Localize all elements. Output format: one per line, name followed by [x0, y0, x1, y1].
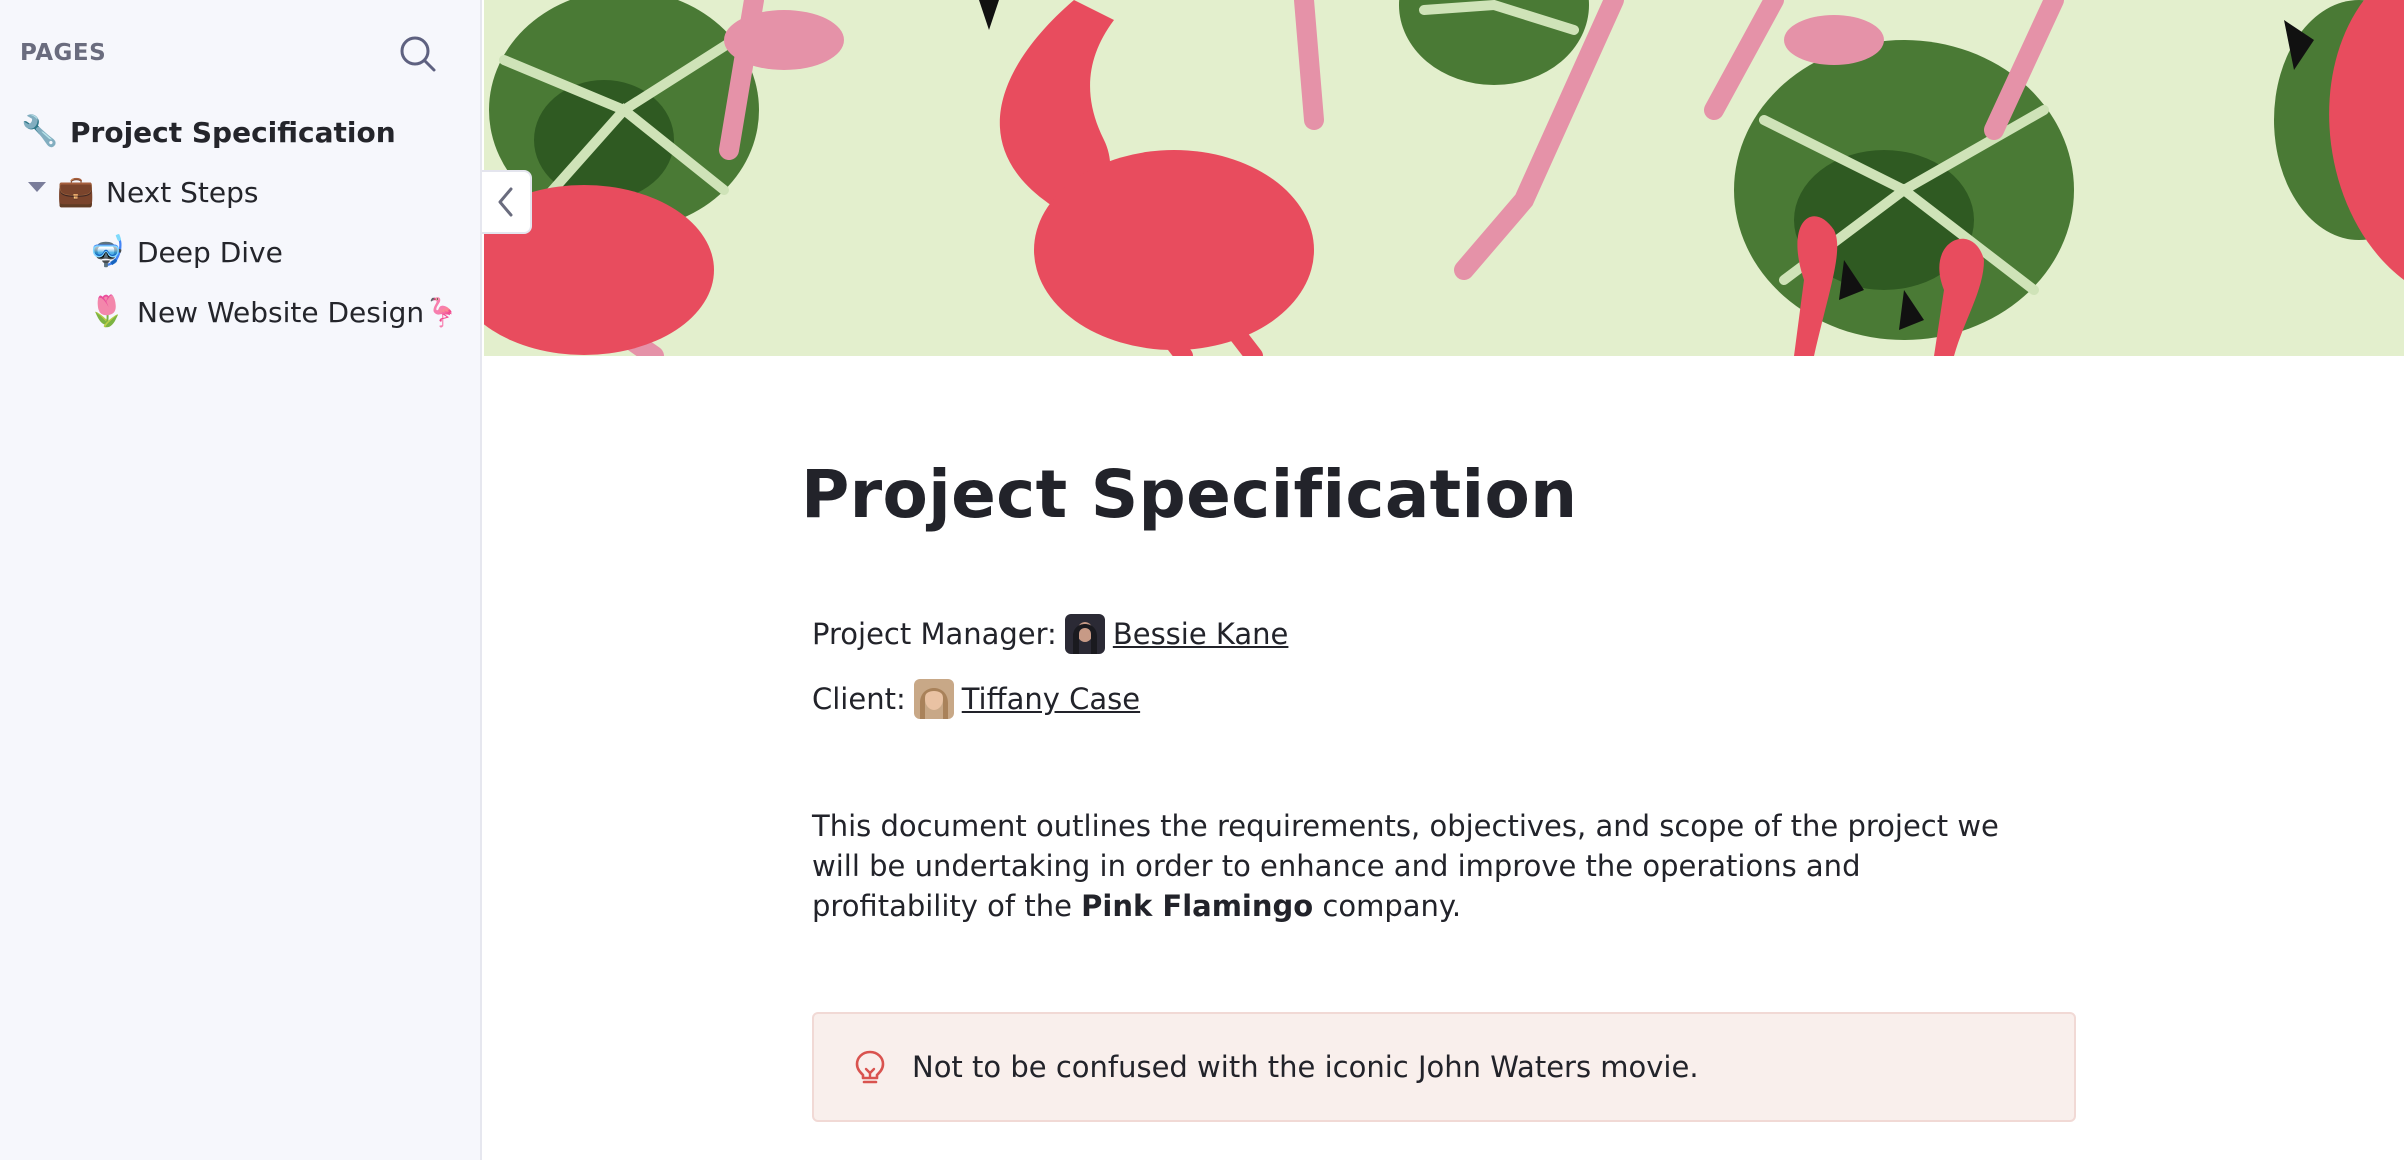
lightbulb-icon: [855, 1050, 885, 1084]
project-manager-label: Project Manager:: [812, 617, 1057, 651]
briefcase-icon: 💼: [57, 174, 95, 209]
client-link[interactable]: Tiffany Case: [962, 682, 1140, 716]
sidebar-item-deep-dive[interactable]: 🤿 Deep Dive: [87, 227, 283, 277]
wrench-icon: 🔧: [21, 114, 59, 149]
callout-box: Not to be confused with the iconic John …: [812, 1012, 2076, 1122]
sidebar-item-label: Next Steps: [106, 175, 259, 209]
client-row: Client: Tiffany Case: [812, 679, 1140, 719]
avatar: [913, 679, 954, 719]
sidebar-item-label: Project Specification: [70, 115, 396, 149]
search-icon[interactable]: [398, 34, 438, 74]
sidebar-item-label: New Website Design🦩: [137, 295, 460, 329]
callout-text: Not to be confused with the iconic John …: [912, 1050, 1699, 1084]
sidebar-item-new-website-design[interactable]: 🌷 New Website Design🦩: [87, 287, 459, 337]
project-manager-row: Project Manager: Bessie Kane: [812, 614, 1288, 654]
cover-image: [484, 0, 2404, 356]
tulip-icon: 🌷: [88, 294, 126, 329]
client-label: Client:: [812, 682, 906, 716]
project-manager-link[interactable]: Bessie Kane: [1113, 617, 1289, 651]
sidebar-item-project-specification[interactable]: 🔧 Project Specification: [20, 107, 396, 157]
expand-caret-icon[interactable]: [28, 182, 46, 192]
description-paragraph: This document outlines the requirements,…: [812, 806, 2022, 926]
sidebar-item-label: Deep Dive: [137, 235, 283, 269]
flamingo-pattern-image: [484, 0, 2404, 356]
company-name: Pink Flamingo: [1081, 889, 1314, 923]
collapse-sidebar-button[interactable]: [482, 170, 532, 234]
sidebar-header: PAGES: [20, 40, 107, 66]
description-text-end: company.: [1313, 889, 1462, 923]
avatar: [1064, 614, 1105, 654]
diving-mask-icon: 🤿: [88, 234, 126, 269]
page-title: Project Specification: [801, 456, 1578, 533]
chevron-left-icon: [498, 187, 513, 217]
sidebar-item-next-steps[interactable]: 💼 Next Steps: [56, 167, 258, 217]
sidebar: PAGES 🔧 Project Specification 💼 Next Ste…: [0, 0, 482, 1160]
